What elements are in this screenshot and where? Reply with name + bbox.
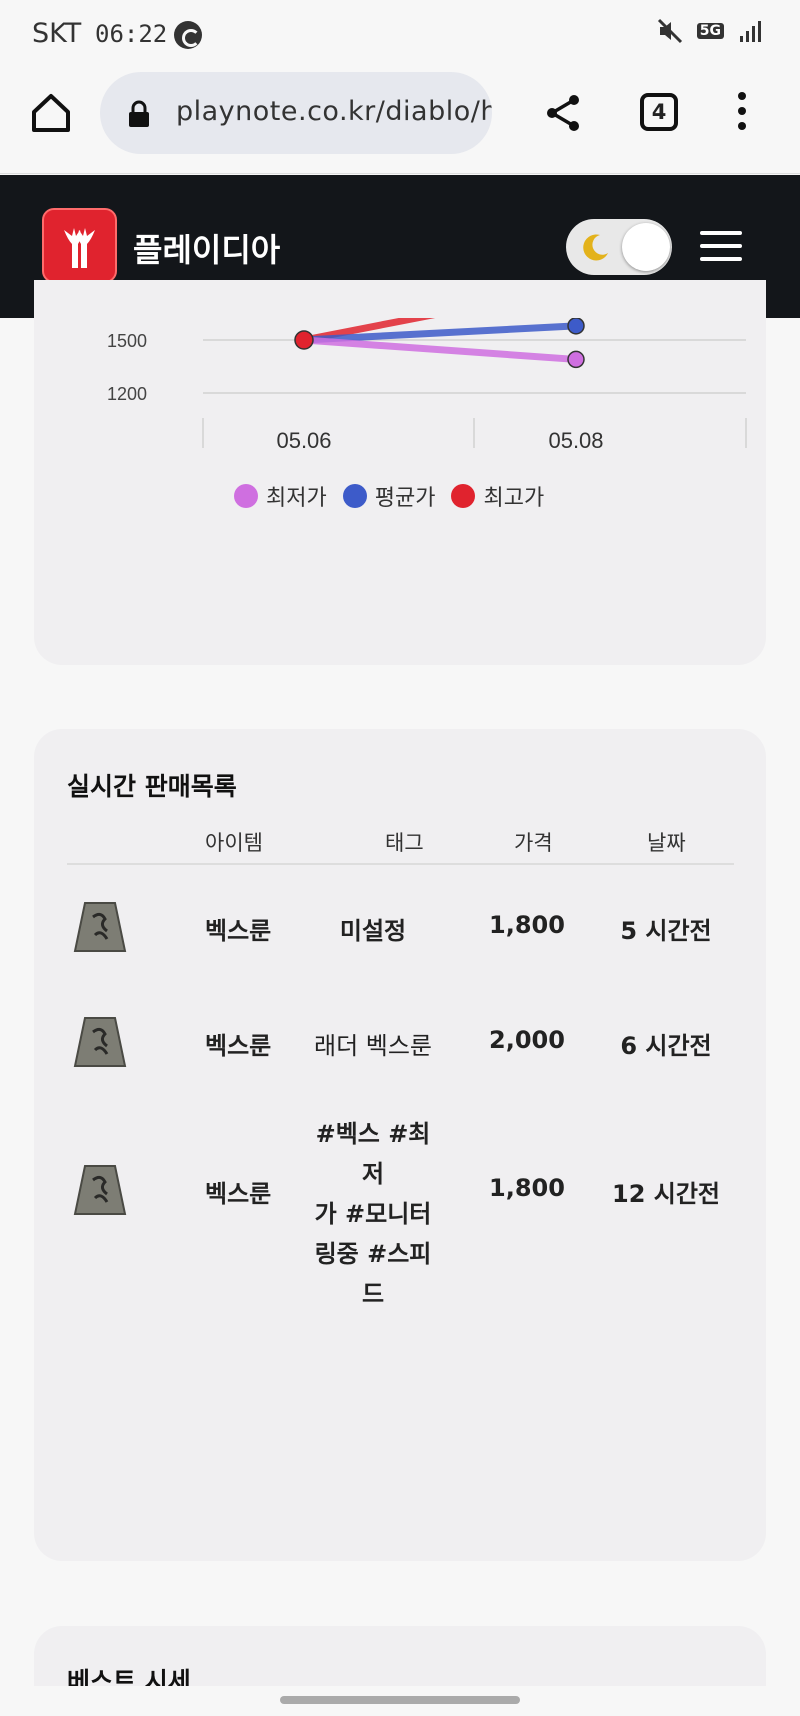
legend-label: 최고가 [483, 486, 545, 511]
gesture-handle[interactable] [280, 1696, 520, 1704]
mute-icon [657, 18, 682, 44]
toggle-knob[interactable] [622, 223, 670, 271]
vex-rune-icon [73, 902, 127, 952]
site-title[interactable]: 플레이디아 [133, 225, 280, 271]
vex-rune-icon [73, 1165, 127, 1215]
item-name: 벡스룬 [205, 917, 272, 945]
browser-toolbar: playnote.co.kr/diablo/hor 4 [0, 66, 800, 174]
item-price: 2,000 [489, 1026, 565, 1054]
tag-line: #벡스 #최저 [315, 1120, 431, 1188]
share-icon[interactable] [540, 90, 586, 136]
chart-legend: 최저가 평균가 최고가 [234, 480, 544, 512]
item-name: 벡스룬 [205, 1180, 272, 1208]
site-logo[interactable] [42, 208, 117, 283]
tag-line: 링중 #스피 [314, 1240, 432, 1268]
x-tick-label: 05.08 [548, 428, 603, 453]
vex-rune-icon [73, 1017, 127, 1067]
legend-label: 최저가 [266, 486, 327, 511]
header-item: 아이템 [205, 831, 263, 855]
moon-icon [583, 234, 608, 261]
price-line-chart: 1500 1200 05.06 05.08 [107, 318, 747, 453]
hamburger-menu-icon[interactable] [700, 231, 742, 263]
item-date: 6 시간전 [620, 1032, 712, 1060]
logo-hands-icon [64, 228, 95, 268]
signal-icon [740, 21, 761, 42]
dark-mode-toggle[interactable] [566, 219, 672, 275]
sales-table-header: 아이템 태그 가격 날짜 [67, 825, 734, 865]
more-options-icon[interactable] [730, 92, 754, 134]
table-row[interactable]: 벡스룬 래더 벡스룬 2,000 6 시간전 [67, 1014, 734, 1094]
home-icon[interactable] [28, 90, 74, 136]
price-chart-card: 1500 1200 05.06 05.08 최저가 평균가 최고가 [34, 280, 766, 665]
carrier-label: SKT [32, 18, 82, 49]
table-row[interactable]: 벡스룬 미설정 1,800 5 시간전 [67, 899, 734, 979]
y-tick-label: 1200 [107, 384, 147, 404]
y-tick-label: 1500 [107, 331, 147, 351]
shazam-icon [174, 21, 202, 49]
item-tag: 미설정 [339, 917, 407, 945]
address-bar[interactable]: playnote.co.kr/diablo/hor [100, 72, 492, 154]
url-text[interactable]: playnote.co.kr/diablo/hor [176, 96, 492, 127]
item-tag: 래더 벡스룬 [313, 1032, 433, 1060]
item-price: 1,800 [489, 911, 565, 939]
legend-dot-icon [342, 484, 367, 508]
tag-line: 드 [361, 1280, 385, 1308]
legend-item[interactable]: 평균가 [342, 480, 436, 512]
item-date: 5 시간전 [620, 917, 712, 945]
lock-icon [129, 100, 149, 127]
sales-title: 실시간 판매목록 [67, 772, 237, 801]
legend-item[interactable]: 최저가 [234, 480, 327, 512]
header-price: 가격 [514, 831, 553, 855]
data-point[interactable] [567, 318, 585, 335]
header-date: 날짜 [647, 831, 686, 855]
data-point[interactable] [567, 350, 585, 369]
x-tick-label: 05.06 [276, 428, 331, 453]
tab-count-button[interactable]: 4 [640, 93, 678, 131]
header-tag: 태그 [385, 831, 424, 855]
series-line [303, 336, 577, 363]
item-tag: #벡스 #최저 가 #모니터 링중 #스피 드 [307, 1114, 439, 1314]
legend-dot-icon [234, 484, 258, 508]
network-5g-icon: 5G [696, 23, 724, 39]
status-bar: SKT 06:22 5G [0, 0, 800, 66]
clock: 06:22 [95, 20, 168, 48]
item-date: 12 시간전 [612, 1180, 720, 1208]
item-name: 벡스룬 [205, 1032, 272, 1060]
tag-line: 가 #모니터 [314, 1200, 432, 1228]
realtime-sales-card: 실시간 판매목록 아이템 태그 가격 날짜 벡스룬 미설정 1,800 5 시간… [34, 729, 766, 1561]
legend-item[interactable]: 최고가 [451, 480, 544, 512]
legend-dot-icon [451, 484, 476, 508]
legend-label: 평균가 [374, 486, 436, 511]
item-price: 1,800 [489, 1174, 565, 1202]
table-row[interactable]: 벡스룬 #벡스 #최저 가 #모니터 링중 #스피 드 1,800 12 시간전 [67, 1114, 734, 1308]
data-point[interactable] [294, 330, 314, 350]
